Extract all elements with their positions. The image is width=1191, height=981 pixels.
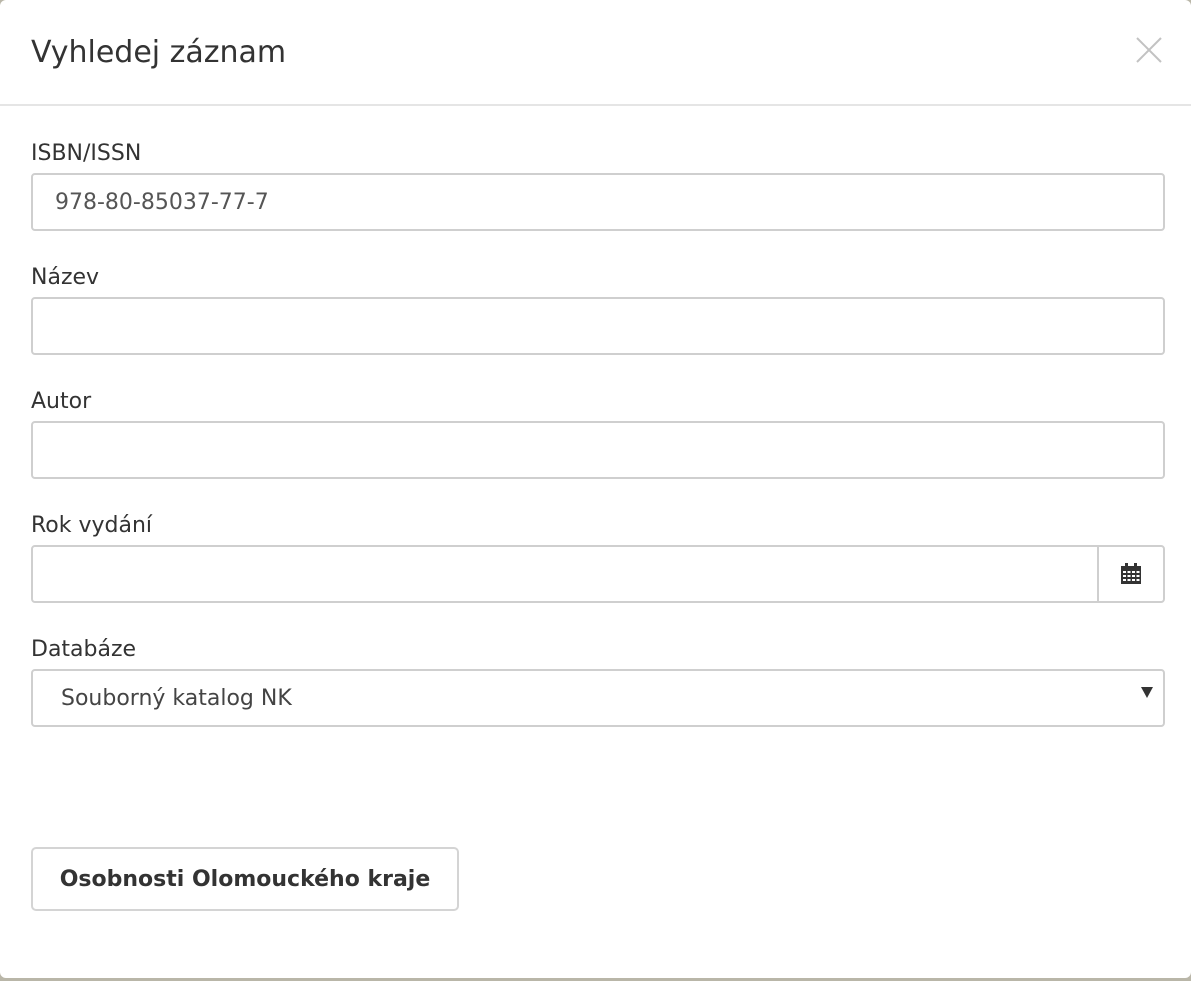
year-input[interactable]	[33, 547, 1099, 601]
isbn-label: ISBN/ISSN	[31, 141, 142, 166]
calendar-icon	[1121, 563, 1141, 584]
author-input[interactable]	[31, 421, 1165, 479]
caret-down-icon	[1141, 687, 1153, 698]
title-label: Název	[31, 265, 100, 290]
title-input[interactable]	[31, 297, 1165, 355]
dialog-title: Vyhledej záznam	[31, 35, 287, 70]
search-record-dialog: Vyhledej záznam ISBN/ISSN Název Autor Ro…	[0, 0, 1191, 978]
database-select[interactable]: Souborný katalog NK	[31, 669, 1165, 727]
author-label: Autor	[31, 389, 92, 414]
year-label: Rok vydání	[31, 513, 153, 538]
close-button[interactable]	[1135, 36, 1163, 64]
database-label: Databáze	[31, 637, 137, 662]
regional-personalities-button[interactable]: Osobnosti Olomouckého kraje	[31, 847, 459, 911]
calendar-button[interactable]	[1097, 547, 1163, 601]
isbn-input[interactable]	[31, 173, 1165, 231]
database-selected-value: Souborný katalog NK	[61, 686, 292, 711]
close-icon	[1136, 37, 1162, 63]
year-input-group	[31, 545, 1165, 603]
dialog-header: Vyhledej záznam	[0, 0, 1191, 106]
